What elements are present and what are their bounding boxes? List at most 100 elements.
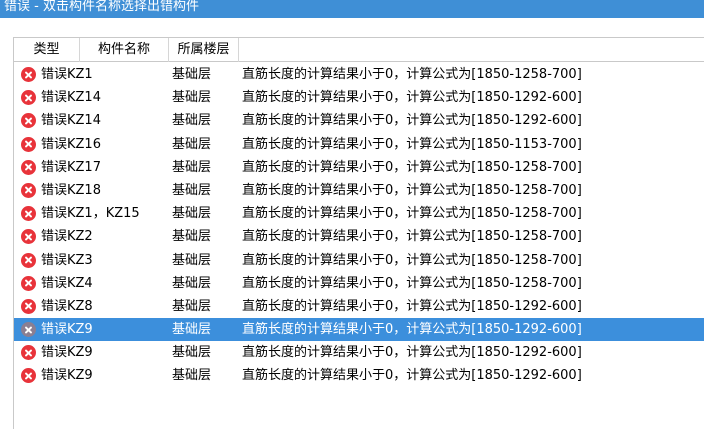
table-row[interactable]: 错误 KZ14 基础层 直筋长度的计算结果小于0，计算公式为[1850-1292-60… [14,86,704,109]
column-header-type[interactable]: 类型 [14,38,80,62]
row-message: 直筋长度的计算结果小于0，计算公式为[1850-1292-600] [242,322,582,338]
row-message: 直筋长度的计算结果小于0，计算公式为[1850-1258-700] [242,275,582,291]
row-type: 错误 [41,252,68,268]
table-row[interactable]: 错误 KZ2 基础层 直筋长度的计算结果小于0，计算公式为[1850-1258-700… [14,225,704,248]
table-row[interactable]: 错误 KZ9 基础层 直筋长度的计算结果小于0，计算公式为[1850-1292-600… [14,364,704,387]
error-icon [21,67,36,82]
table-row[interactable]: 错误 KZ9 基础层 直筋长度的计算结果小于0，计算公式为[1850-1292-600… [14,318,704,342]
row-floor: 基础层 [172,136,212,152]
row-floor: 基础层 [172,275,212,291]
row-message: 直筋长度的计算结果小于0，计算公式为[1850-1258-700] [242,229,582,245]
row-message: 直筋长度的计算结果小于0，计算公式为[1850-1292-600] [242,298,582,314]
error-icon [21,90,36,106]
error-icon-glyph [21,298,36,314]
row-type: 错误 [41,322,68,338]
row-message: 直筋长度的计算结果小于0，计算公式为[1850-1292-600] [242,90,582,106]
row-type: 错误 [41,206,68,222]
table-row[interactable]: 错误 KZ9 基础层 直筋长度的计算结果小于0，计算公式为[1850-1292-600… [14,341,704,364]
error-icon-glyph [21,90,36,106]
row-floor: 基础层 [172,206,212,222]
error-icon-glyph [21,159,36,175]
window-title: 错误 - 双击构件名称选择出错构件 [4,0,199,14]
row-type: 错误 [41,275,68,291]
row-message: 直筋长度的计算结果小于0，计算公式为[1850-1292-600] [242,113,582,129]
row-type: 错误 [41,113,68,129]
row-component-name[interactable]: KZ3 [67,249,93,272]
table-row[interactable]: 错误 KZ3 基础层 直筋长度的计算结果小于0，计算公式为[1850-1258-700… [14,249,704,272]
row-type: 错误 [41,298,68,314]
row-message: 直筋长度的计算结果小于0，计算公式为[1850-1153-700] [242,136,582,152]
error-icon-glyph [21,113,36,129]
row-floor: 基础层 [172,90,212,106]
table-row[interactable]: 错误 KZ18 基础层 直筋长度的计算结果小于0，计算公式为[1850-1258-70… [14,179,704,202]
error-icon [21,345,36,361]
error-icon-glyph [21,275,36,291]
row-component-name[interactable]: KZ9 [67,341,93,364]
row-message: 直筋长度的计算结果小于0，计算公式为[1850-1258-700] [242,206,582,222]
row-component-name[interactable]: KZ2 [67,225,93,248]
table-row[interactable]: 错误 KZ1，KZ15 基础层 直筋长度的计算结果小于0，计算公式为[1850-125… [14,202,704,225]
error-icon [21,229,36,245]
error-icon-glyph [21,67,36,82]
error-icon [21,113,36,129]
row-type: 错误 [41,90,68,106]
error-icon [21,322,36,338]
table-row[interactable]: 错误 KZ16 基础层 直筋长度的计算结果小于0，计算公式为[1850-1153-70… [14,133,704,156]
row-message: 直筋长度的计算结果小于0，计算公式为[1850-1258-700] [242,67,582,82]
row-component-name[interactable]: KZ1 [67,63,93,86]
row-component-name[interactable]: KZ4 [67,272,93,295]
error-icon [21,136,36,152]
row-type: 错误 [41,368,68,384]
row-component-name[interactable]: KZ17 [67,156,101,179]
row-component-name[interactable]: KZ8 [67,295,93,318]
table-row[interactable]: 错误 KZ1 基础层 直筋长度的计算结果小于0，计算公式为[1850-1258-700… [14,63,704,86]
row-floor: 基础层 [172,229,212,245]
row-component-name[interactable]: KZ16 [67,133,101,156]
row-message: 直筋长度的计算结果小于0，计算公式为[1850-1292-600] [242,368,582,384]
error-icon-glyph [21,252,36,268]
row-message: 直筋长度的计算结果小于0，计算公式为[1850-1258-700] [242,252,582,268]
row-message: 直筋长度的计算结果小于0，计算公式为[1850-1292-600] [242,345,582,361]
dialog-body: 类型 构件名称 所属楼层 错误 KZ1 基础层 直筋长度的计算结果小于0，计算公式为[… [0,18,704,429]
error-icon [21,182,36,198]
error-icon [21,252,36,268]
row-type: 错误 [41,159,68,175]
error-icon [21,275,36,291]
row-type: 错误 [41,136,68,152]
table-row[interactable]: 错误 KZ4 基础层 直筋长度的计算结果小于0，计算公式为[1850-1258-700… [14,272,704,295]
row-floor: 基础层 [172,67,212,82]
error-icon [21,298,36,314]
table-row[interactable]: 错误 KZ17 基础层 直筋长度的计算结果小于0，计算公式为[1850-1258-70… [14,156,704,179]
table-header: 类型 构件名称 所属楼层 [14,38,704,62]
table-body: 错误 KZ1 基础层 直筋长度的计算结果小于0，计算公式为[1850-1258-700… [14,63,704,388]
error-icon-glyph [21,206,36,222]
row-type: 错误 [41,229,68,245]
table-row[interactable]: 错误 KZ8 基础层 直筋长度的计算结果小于0，计算公式为[1850-1292-600… [14,295,704,318]
row-type: 错误 [41,345,68,361]
row-floor: 基础层 [172,345,212,361]
row-component-name[interactable]: KZ9 [67,318,93,341]
error-icon-glyph [21,182,36,198]
row-floor: 基础层 [172,159,212,175]
row-type: 错误 [41,67,68,82]
row-type: 错误 [41,182,68,198]
error-icon-glyph [21,345,36,361]
error-icon-glyph [21,136,36,152]
error-icon-glyph [21,368,36,384]
table-row[interactable]: 错误 KZ14 基础层 直筋长度的计算结果小于0，计算公式为[1850-1292-60… [14,109,704,132]
error-table[interactable]: 类型 构件名称 所属楼层 错误 KZ1 基础层 直筋长度的计算结果小于0，计算公式为[… [13,37,704,429]
row-floor: 基础层 [172,113,212,129]
row-component-name[interactable]: KZ14 [67,109,101,132]
row-component-name[interactable]: KZ9 [67,364,93,387]
row-floor: 基础层 [172,322,212,338]
error-icon-glyph [21,229,36,245]
row-floor: 基础层 [172,182,212,198]
row-message: 直筋长度的计算结果小于0，计算公式为[1850-1258-700] [242,182,582,198]
error-icon [21,206,36,222]
column-header-floor[interactable]: 所属楼层 [169,38,239,62]
row-component-name[interactable]: KZ18 [67,179,101,202]
row-message: 直筋长度的计算结果小于0，计算公式为[1850-1258-700] [242,159,582,175]
row-component-name[interactable]: KZ14 [67,86,101,109]
row-component-name[interactable]: KZ1，KZ15 [67,202,140,225]
column-header-name[interactable]: 构件名称 [80,38,169,62]
